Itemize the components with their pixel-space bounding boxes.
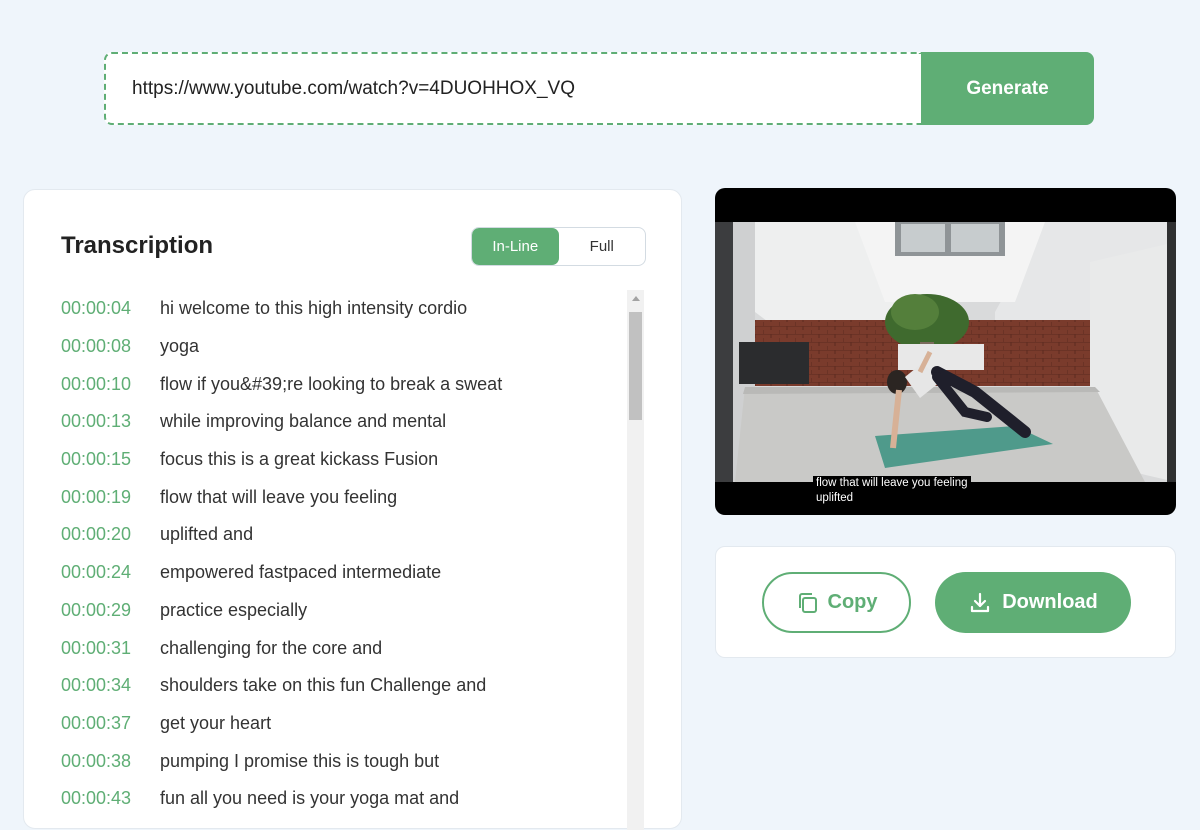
transcript-text: yoga	[160, 336, 200, 357]
transcript-text: flow that will leave you feeling	[160, 486, 398, 507]
transcript-row[interactable]: 00:00:38 pumping I promise this is tough …	[61, 742, 621, 780]
transcript-row[interactable]: 00:00:13 while improving balance and ment…	[61, 403, 621, 441]
copy-label: Copy	[827, 591, 878, 613]
video-player[interactable]: flow that will leave you feeling uplifte…	[715, 188, 1176, 515]
copy-button[interactable]: Copy	[762, 572, 911, 633]
transcript-timestamp[interactable]: 00:00:38	[61, 751, 160, 772]
transcript-timestamp[interactable]: 00:00:10	[61, 374, 160, 395]
transcript-text: practice especially	[160, 599, 308, 620]
actions-card: Copy Download	[715, 546, 1176, 658]
url-input[interactable]	[106, 76, 921, 101]
transcript-text: flow if you&#39;re looking to break a sw…	[160, 373, 503, 394]
scrollbar-thumb[interactable]	[629, 312, 642, 420]
transcript-text: empowered fastpaced intermediate	[160, 562, 442, 583]
generate-button[interactable]: Generate	[921, 52, 1094, 125]
transcript-text: challenging for the core and	[160, 637, 383, 658]
transcript-row[interactable]: 00:00:04 hi welcome to this high intensit…	[61, 290, 621, 328]
transcript-text: focus this is a great kickass Fusion	[160, 449, 439, 470]
transcript-timestamp[interactable]: 00:00:20	[61, 524, 160, 545]
transcript-row[interactable]: 00:00:20 uplifted and	[61, 516, 621, 554]
transcript-timestamp[interactable]: 00:00:43	[61, 788, 160, 809]
caption-line-1: flow that will leave you feeling	[813, 476, 971, 491]
download-button[interactable]: Download	[935, 572, 1131, 633]
transcript-scrollbar[interactable]	[627, 290, 644, 830]
transcript-timestamp[interactable]: 00:00:04	[61, 298, 160, 319]
view-toggle: In-Line Full	[471, 227, 646, 266]
copy-icon	[796, 591, 820, 615]
transcript-timestamp[interactable]: 00:00:24	[61, 562, 160, 583]
caption-line-2: uplifted	[813, 491, 857, 506]
transcript-row[interactable]: 00:00:31 challenging for the core and	[61, 629, 621, 667]
url-input-wrapper	[104, 52, 921, 125]
transcript-row[interactable]: 00:00:34 shoulders take on this fun Chall…	[61, 667, 621, 705]
video-caption: flow that will leave you feeling uplifte…	[813, 476, 971, 506]
transcript-text: fun all you need is your yoga mat and	[160, 788, 460, 809]
toggle-full[interactable]: Full	[559, 228, 646, 265]
transcript-row[interactable]: 00:00:19 flow that will leave you feeling	[61, 478, 621, 516]
transcript-timestamp[interactable]: 00:00:34	[61, 675, 160, 696]
transcript-text: get your heart	[160, 712, 272, 733]
download-icon	[968, 591, 992, 615]
transcript-list: 00:00:04 hi welcome to this high intensit…	[61, 290, 621, 818]
transcript-row[interactable]: 00:00:15 focus this is a great kickass Fu…	[61, 441, 621, 479]
transcript-row[interactable]: 00:00:10 flow if you&#39;re looking to br…	[61, 365, 621, 403]
scroll-up-arrow-icon[interactable]	[627, 290, 644, 307]
transcript-timestamp[interactable]: 00:00:29	[61, 600, 160, 621]
transcript-row[interactable]: 00:00:29 practice especially	[61, 592, 621, 630]
transcript-timestamp[interactable]: 00:00:31	[61, 638, 160, 659]
transcript-timestamp[interactable]: 00:00:19	[61, 487, 160, 508]
video-frame	[715, 222, 1176, 482]
download-label: Download	[1002, 591, 1098, 613]
transcript-text: uplifted and	[160, 524, 254, 545]
transcription-panel: Transcription In-Line Full 00:00:04 hi we…	[23, 189, 682, 830]
transcript-text: shoulders take on this fun Challenge and	[160, 675, 487, 696]
transcript-row[interactable]: 00:00:43 fun all you need is your yoga ma…	[61, 780, 621, 818]
url-bar: Generate	[104, 52, 1094, 125]
transcript-row[interactable]: 00:00:37 get your heart	[61, 705, 621, 743]
transcript-text: pumping I promise this is tough but	[160, 750, 440, 771]
transcript-row[interactable]: 00:00:08 yoga	[61, 328, 621, 366]
transcript-timestamp[interactable]: 00:00:08	[61, 336, 160, 357]
transcript-row[interactable]: 00:00:24 empowered fastpaced intermediate	[61, 554, 621, 592]
transcript-timestamp[interactable]: 00:00:37	[61, 713, 160, 734]
toggle-inline[interactable]: In-Line	[472, 228, 559, 265]
transcript-text: while improving balance and mental	[160, 411, 447, 432]
video-scene-image	[715, 222, 1176, 482]
transcript-text: hi welcome to this high intensity cordio	[160, 298, 468, 319]
transcription-title: Transcription	[61, 232, 214, 259]
transcript-timestamp[interactable]: 00:00:15	[61, 449, 160, 470]
transcript-timestamp[interactable]: 00:00:13	[61, 411, 160, 432]
